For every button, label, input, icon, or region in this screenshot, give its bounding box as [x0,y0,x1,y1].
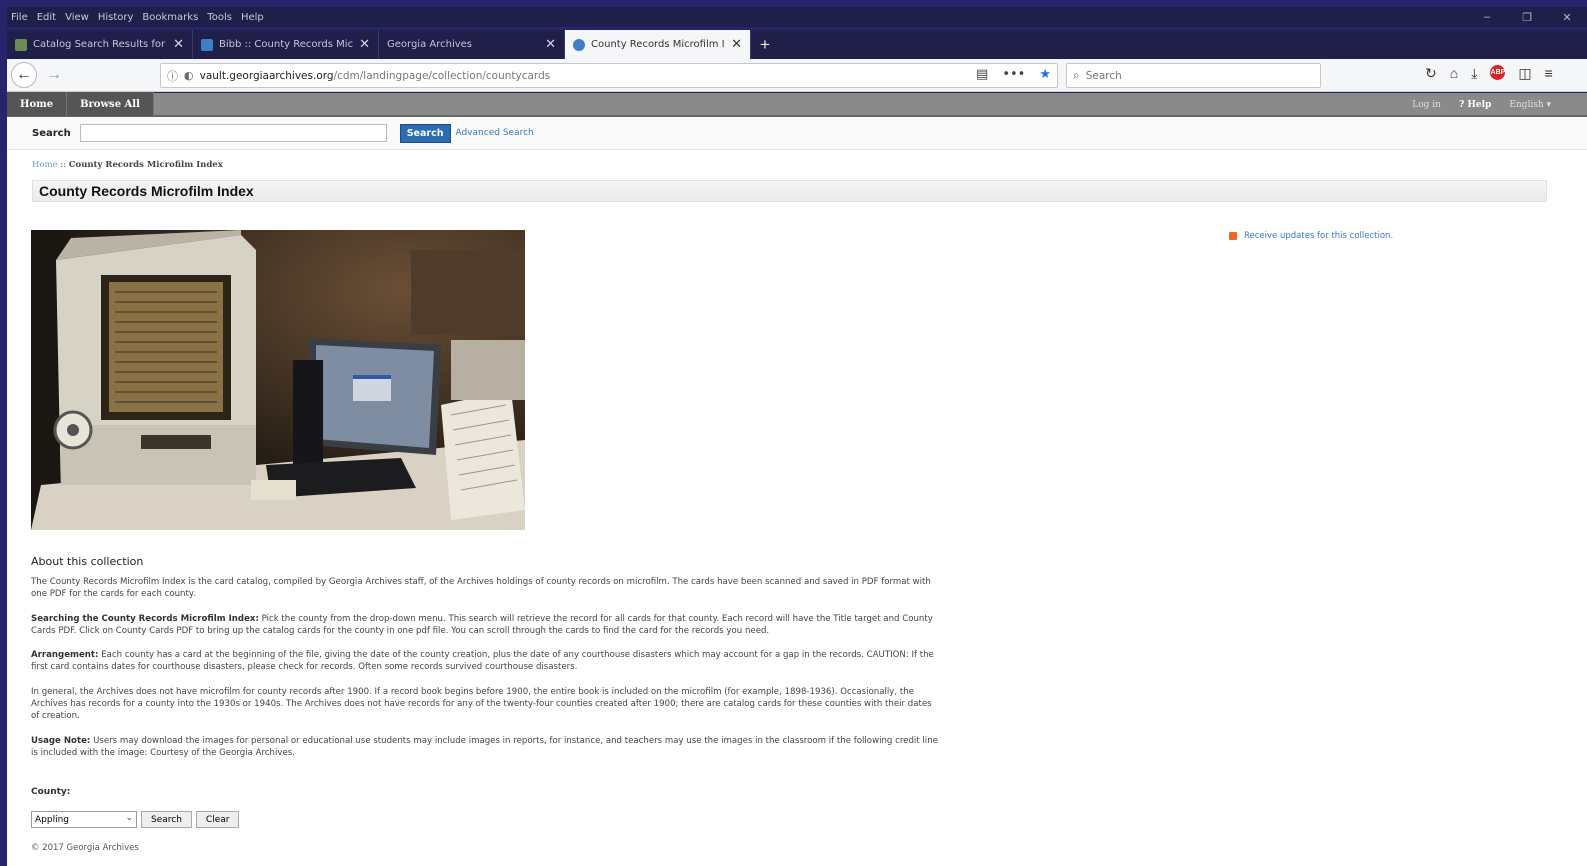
about-paragraph-usage: Usage Note: Users may download the image… [31,735,939,760]
arrangement-label: Arrangement: [31,650,99,661]
tab-georgia-archives[interactable]: Georgia Archives ✕ [379,30,565,59]
tab-bar: Catalog Search Results for 605 ✕ Bibb ::… [7,30,1587,59]
page-title: County Records Microfilm Index [39,183,254,199]
usage-label: Usage Note: [31,735,91,746]
toolbar-icons: ↻ ⌂ ⤓ ABP ◫ ≡ [1425,65,1553,82]
breadcrumb-home[interactable]: Home [32,160,58,170]
tab-bibb[interactable]: Bibb :: County Records Microfi ✕ [193,30,379,59]
tab-label: Bibb :: County Records Microfi [219,39,354,50]
tab-catalog-search[interactable]: Catalog Search Results for 605 ✕ [7,30,193,59]
reader-view-icon[interactable]: ▤ [976,67,988,82]
tab-label: Georgia Archives [387,39,473,50]
breadcrumb-separator: :: [57,160,69,170]
about-paragraph-intro: The County Records Microfilm Index is th… [31,577,931,600]
url-host: vault.georgiaarchives.org [199,69,334,82]
close-tab-icon[interactable]: ✕ [545,37,556,52]
chevron-down-icon: ⌄ [125,813,133,823]
language-select[interactable]: English ▾ [1509,100,1551,110]
sidebar-icon[interactable]: ◫ [1518,65,1531,82]
reload-icon[interactable]: ↻ [1425,65,1437,82]
close-tab-icon[interactable]: ✕ [359,37,370,52]
browser-search-field[interactable]: ⌕ Search [1066,63,1321,88]
copyright: © 2017 Georgia Archives [31,843,139,853]
breadcrumb: Home :: County Records Microfilm Index [32,160,223,170]
close-window-button[interactable]: ✕ [1547,11,1587,24]
about-heading: About this collection [31,555,144,568]
menu-bar: File Edit View History Bookmarks Tools H… [7,7,1587,27]
menu-file[interactable]: File [11,12,28,23]
county-search-row: Appling ⌄ Search Clear [31,811,240,828]
collection-photo [31,230,525,530]
tracking-shield-icon[interactable]: ◐ [184,69,194,82]
bookmark-star-icon[interactable]: ★ [1039,67,1051,82]
site-search-row: Search Search Advanced Search [7,117,1587,150]
breadcrumb-current: County Records Microfilm Index [68,160,223,170]
menu-edit[interactable]: Edit [37,12,56,23]
hamburger-menu-icon[interactable]: ≡ [1545,65,1553,82]
contentdm-icon [201,38,213,51]
search-icon: ⌕ [1073,68,1080,82]
about-paragraph-arrangement: Arrangement: Each county has a card at t… [31,649,939,674]
menu-view[interactable]: View [65,12,89,23]
page-title-bar: County Records Microfilm Index [32,180,1547,202]
searching-label: Searching the County Records Microfilm I… [31,613,259,624]
county-clear-button[interactable]: Clear [195,811,240,828]
home-icon[interactable]: ⌂ [1450,65,1458,82]
navigation-toolbar: ← → ⓘ ◐ vault.georgiaarchives.org /cdm/l… [7,59,1587,92]
login-link[interactable]: Log in [1412,100,1441,110]
help-link[interactable]: ? Help [1459,100,1491,110]
county-label: County: [31,787,71,797]
advanced-search-link[interactable]: Advanced Search [456,128,534,138]
contentdm-icon [573,38,585,51]
web-page: Home Browse All Log in ? Help English ▾ … [7,92,1587,866]
tab-county-records[interactable]: County Records Microfilm Inde ✕ [565,30,751,59]
restore-button[interactable]: ❐ [1507,11,1547,24]
tab-label: Catalog Search Results for 605 [33,39,167,50]
rss-link-label: Receive updates for this collection. [1244,231,1394,241]
search-placeholder: Search [1085,69,1122,82]
page-actions-icon[interactable]: ••• [1002,67,1025,82]
menu-tools[interactable]: Tools [207,12,232,23]
download-icon[interactable]: ⤓ [1471,65,1477,82]
minimize-button[interactable]: – [1467,11,1507,23]
county-select[interactable]: Appling ⌄ [31,811,137,828]
search-label: Search [32,127,71,139]
arrangement-text: Each county has a card at the beginning … [31,650,934,673]
about-paragraph-coverage: In general, the Archives does not have m… [31,686,932,722]
info-icon[interactable]: ⓘ [167,68,178,84]
county-search-button[interactable]: Search [141,811,192,828]
url-bar[interactable]: ⓘ ◐ vault.georgiaarchives.org /cdm/landi… [160,63,1058,88]
site-search-input[interactable] [79,124,387,142]
close-tab-icon[interactable]: ✕ [173,37,184,52]
tab-label: County Records Microfilm Inde [591,39,725,50]
menu-help[interactable]: Help [241,12,264,23]
rss-updates-link[interactable]: Receive updates for this collection. [1229,231,1393,241]
site-search-button[interactable]: Search [399,123,451,143]
window-controls: – ❐ ✕ [1467,7,1587,27]
url-path: /cdm/landingpage/collection/countycards [333,69,551,82]
menu-history[interactable]: History [98,12,134,23]
rss-icon [1229,232,1237,240]
back-button[interactable]: ← [11,62,37,88]
forward-button[interactable]: → [41,62,67,88]
adblock-icon[interactable]: ABP [1490,65,1506,80]
menu-bookmarks[interactable]: Bookmarks [142,12,198,23]
about-collection: About this collection The County Records… [31,555,939,771]
close-tab-icon[interactable]: ✕ [731,37,742,52]
new-tab-button[interactable]: + [751,30,779,59]
site-nav: Home Browse All Log in ? Help English ▾ [7,92,1587,117]
nav-home[interactable]: Home [7,92,68,116]
county-selected-value: Appling [35,814,70,825]
tree-icon [15,38,27,51]
usage-text: Users may download the images for person… [31,735,938,758]
about-paragraph-searching: Searching the County Records Microfilm I… [31,613,939,638]
nav-browse-all[interactable]: Browse All [67,92,154,116]
